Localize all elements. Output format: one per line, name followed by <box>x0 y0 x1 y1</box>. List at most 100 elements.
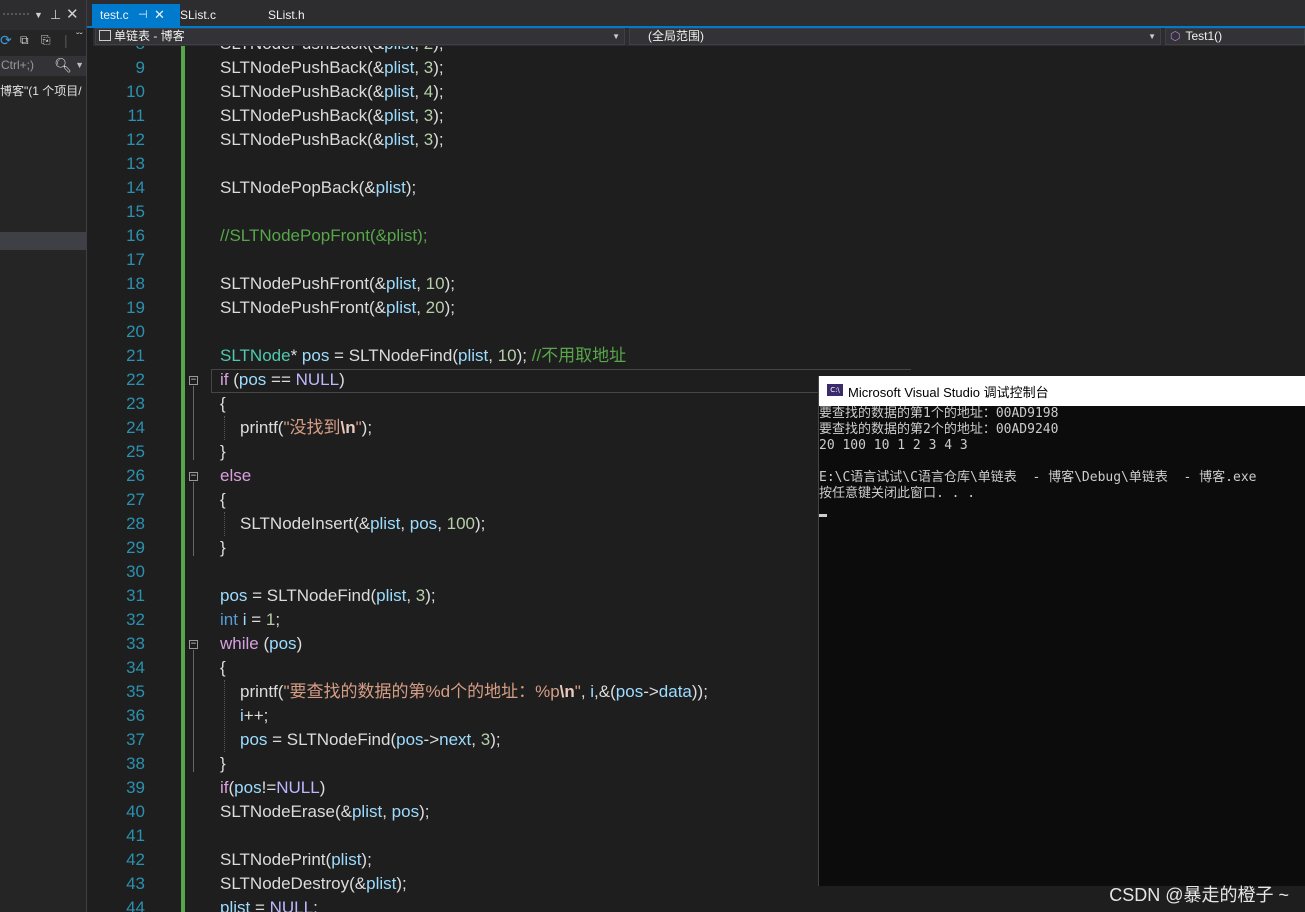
line-number: 38 <box>126 754 145 773</box>
code-line[interactable]: while (pos) <box>220 632 302 656</box>
code-token: (& <box>353 514 371 533</box>
code-line[interactable]: SLTNodePopBack(&plist); <box>220 176 416 200</box>
pin-icon[interactable]: ⊥ <box>50 7 61 23</box>
code-line[interactable]: } <box>220 440 226 464</box>
code-line[interactable]: SLTNodePushBack(&plist, 3); <box>220 56 444 80</box>
code-token: (& <box>367 106 385 125</box>
code-token: SLTNodePrint <box>220 850 326 869</box>
line-number: 11 <box>127 106 145 125</box>
code-line[interactable]: SLTNodeDestroy(&plist); <box>220 872 407 896</box>
scope-dropdown[interactable]: (全局范围) ▼ <box>629 28 1161 45</box>
pin-tab-icon[interactable]: ⊣ <box>138 4 148 26</box>
code-line[interactable]: } <box>220 752 226 776</box>
code-line[interactable]: SLTNodePrint(plist); <box>220 848 372 872</box>
code-token: pos <box>234 778 262 797</box>
code-line[interactable]: pos = SLTNodeFind(pos->next, 3); <box>240 728 501 752</box>
project-dropdown[interactable]: 单链表 - 博客 ▼ <box>95 28 625 45</box>
solution-node[interactable]: 博客"(1 个项目/ <box>0 82 82 99</box>
code-line[interactable]: SLTNodeInsert(&plist, pos, 100); <box>240 512 485 536</box>
fold-guide <box>193 386 194 460</box>
code-line[interactable]: { <box>220 392 226 416</box>
code-token: plist <box>384 130 415 149</box>
console-line: E:\C语言试试\C语言仓库\单链表 - 博客\Debug\单链表 - 博客.e… <box>819 470 1257 485</box>
code-line[interactable]: int i = 1; <box>220 608 280 632</box>
tab-slist-h[interactable]: SList.h <box>260 4 348 26</box>
code-line[interactable]: if(pos!=NULL) <box>220 776 325 800</box>
selected-tree-row[interactable] <box>0 232 86 250</box>
code-line[interactable]: SLTNodePushFront(&plist, 10); <box>220 272 455 296</box>
code-token: { <box>220 658 226 677</box>
line-number: 28 <box>126 514 145 533</box>
code-token: SLTNodeDestroy <box>220 874 350 893</box>
code-line[interactable]: SLTNodePushBack(&plist, 4); <box>220 80 444 104</box>
line-number: 32 <box>126 610 145 629</box>
code-token: "没找到 <box>283 418 341 437</box>
code-token: SLTNodeInsert <box>240 514 354 533</box>
code-token: = <box>267 730 287 749</box>
code-token: (& <box>367 82 385 101</box>
drag-grip[interactable] <box>2 12 30 17</box>
solution-search-input[interactable]: Ctrl+;) 🔍︎ ▼ <box>0 56 86 76</box>
code-token: ); <box>516 346 532 365</box>
code-line[interactable]: printf("要查找的数据的第%d个的地址：%p\n", i,&(pos->d… <box>240 680 708 704</box>
code-token: pos <box>391 802 420 821</box>
code-token: plist <box>384 82 415 101</box>
tab-label: SList.h <box>268 8 305 22</box>
fold-toggle-icon[interactable]: − <box>189 376 198 385</box>
code-line[interactable]: i++; <box>240 704 268 728</box>
code-token: pos <box>240 730 268 749</box>
code-line[interactable]: plist = NULL; <box>220 896 318 912</box>
code-line[interactable]: SLTNodePushBack(&plist, 3); <box>220 128 444 152</box>
chevron-down-icon[interactable]: ▼ <box>612 29 620 44</box>
code-token: ); <box>433 130 444 149</box>
fold-toggle-icon[interactable]: − <box>189 640 198 649</box>
line-number: 37 <box>126 730 145 749</box>
code-token: plist <box>220 898 251 912</box>
code-line[interactable]: SLTNodeErase(&plist, pos); <box>220 800 429 824</box>
code-line[interactable]: //SLTNodePopFront(&plist); <box>220 224 428 248</box>
console-title-bar[interactable]: C:\ Microsoft Visual Studio 调试控制台 <box>819 376 1305 406</box>
fold-toggle-icon[interactable]: − <box>189 472 198 481</box>
member-dropdown[interactable]: ⬡ Test1() <box>1165 28 1305 45</box>
code-line[interactable]: pos = SLTNodeFind(plist, 3); <box>220 584 436 608</box>
code-token: \n <box>340 418 356 437</box>
code-line[interactable]: SLTNodePushBack(&plist, 2); <box>220 46 444 56</box>
code-line[interactable]: { <box>220 488 226 512</box>
code-token: 10 <box>425 274 445 293</box>
tab-slist-c[interactable]: SList.c <box>172 4 260 26</box>
search-options-icon[interactable]: ▼ <box>75 60 84 70</box>
collapse-all-icon[interactable]: ⧉ <box>20 33 29 48</box>
code-line[interactable]: SLTNodePushFront(&plist, 20); <box>220 296 455 320</box>
code-token: pos <box>238 370 267 389</box>
dropdown-arrow-icon[interactable]: ▼ <box>34 10 43 20</box>
refresh-icon[interactable]: ⟳ <box>0 32 12 49</box>
close-icon[interactable]: ✕ <box>66 5 79 23</box>
line-number: 40 <box>126 802 145 821</box>
code-line[interactable]: { <box>220 656 226 680</box>
code-line[interactable]: SLTNode* pos = SLTNodeFind(plist, 10); /… <box>220 344 626 368</box>
code-line[interactable]: SLTNodePushBack(&plist, 3); <box>220 104 444 128</box>
line-number: 20 <box>126 322 145 341</box>
debug-console-window[interactable]: C:\ Microsoft Visual Studio 调试控制台 要查找的数据… <box>818 376 1305 886</box>
chevron-down-icon[interactable]: ▼ <box>1148 29 1156 44</box>
tab-test-c[interactable]: test.c ⊣ ✕ <box>92 4 180 26</box>
code-token: ); <box>419 802 430 821</box>
fold-guide <box>193 482 194 556</box>
code-token: pos <box>269 634 297 653</box>
code-line[interactable]: printf("没找到\n"); <box>240 416 372 440</box>
watermark: CSDN @暴走的橙子 ~ <box>1109 885 1289 905</box>
code-token: 3 <box>423 58 434 77</box>
code-line[interactable]: if (pos == NULL) <box>220 368 345 392</box>
code-line[interactable]: else <box>220 464 251 488</box>
close-tab-icon[interactable]: ✕ <box>154 4 165 26</box>
code-line[interactable]: } <box>220 536 226 560</box>
tab-label: test.c <box>100 8 129 22</box>
console-line: 20 100 10 1 2 3 4 3 <box>819 438 968 453</box>
code-token: SLTNodePushFront <box>220 274 369 293</box>
code-token: = <box>247 586 267 605</box>
line-number: 14 <box>126 178 145 197</box>
search-icon[interactable]: 🔍︎ <box>54 57 72 74</box>
toolbar-overflow-icon[interactable]: ˇˇ <box>76 32 83 43</box>
code-token: ); <box>433 46 443 53</box>
show-all-files-icon[interactable]: ⎘ <box>41 33 51 48</box>
